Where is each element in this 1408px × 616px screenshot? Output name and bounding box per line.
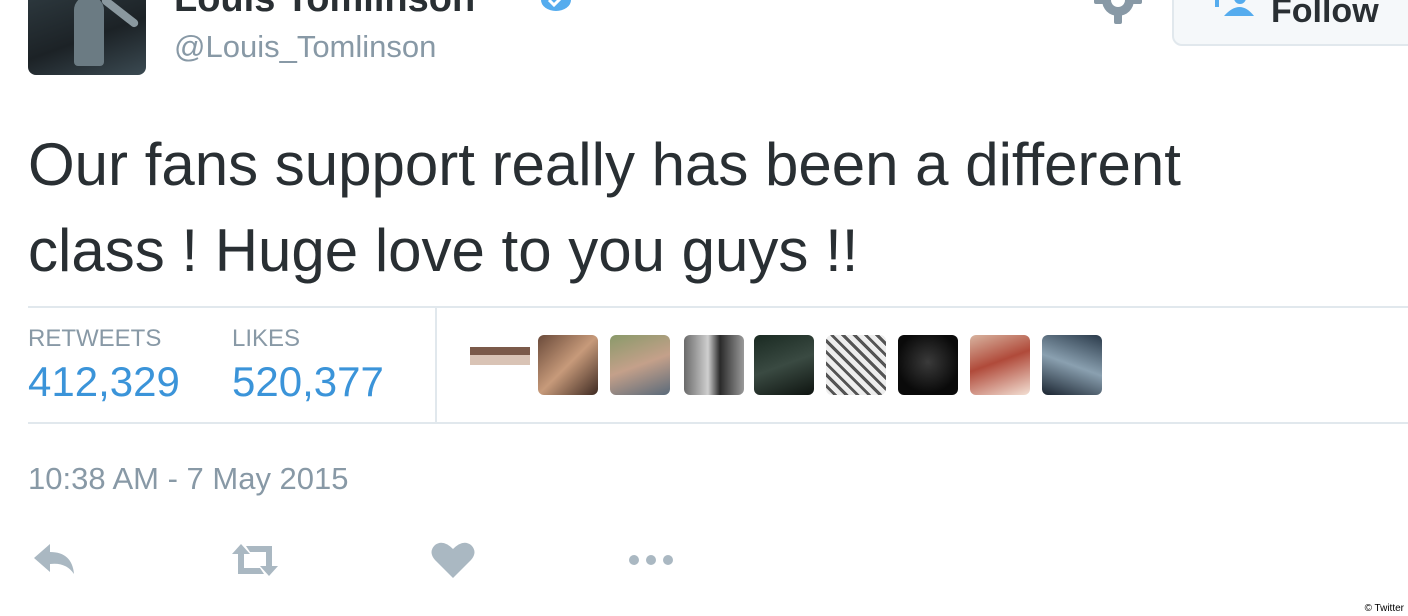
gear-icon[interactable]: [1094, 0, 1142, 26]
verified-badge-icon: [541, 0, 571, 11]
stats-bottom-divider: [28, 422, 1408, 424]
liker-avatar[interactable]: [470, 335, 530, 395]
stats-top-divider: [28, 306, 1408, 308]
avatar-arm: [100, 0, 140, 29]
tweet-timestamp[interactable]: 10:38 AM - 7 May 2015: [28, 461, 349, 497]
likes-label[interactable]: LIKES: [232, 325, 300, 353]
liker-avatar[interactable]: [754, 335, 814, 395]
reply-icon[interactable]: [30, 540, 80, 580]
retweet-icon[interactable]: [230, 540, 280, 580]
tweet-text-line: Our fans support really has been a diffe…: [28, 131, 1181, 198]
follow-button-label: Follow: [1271, 0, 1379, 30]
likes-count[interactable]: 520,377: [232, 358, 384, 406]
user-avatar[interactable]: [28, 0, 146, 75]
liker-avatar[interactable]: [1042, 335, 1102, 395]
user-display-name[interactable]: Louis Tomlinson: [174, 0, 475, 21]
tweet-text-line: class ! Huge love to you guys !!: [28, 217, 859, 284]
more-icon[interactable]: [626, 540, 676, 580]
add-user-icon: [1215, 0, 1254, 16]
liker-avatar[interactable]: [684, 335, 744, 395]
liker-avatar[interactable]: [610, 335, 670, 395]
follow-button[interactable]: Follow: [1172, 0, 1408, 46]
avatar-figure: [74, 0, 104, 66]
tweet-text: Our fans support really has been a diffe…: [28, 122, 1408, 294]
liker-avatar[interactable]: [826, 335, 886, 395]
image-credit: © Twitter: [1364, 603, 1404, 614]
retweets-label[interactable]: RETWEETS: [28, 325, 161, 353]
retweets-count[interactable]: 412,329: [28, 358, 180, 406]
liker-avatar[interactable]: [898, 335, 958, 395]
liker-avatar[interactable]: [538, 335, 598, 395]
stats-vertical-divider: [435, 307, 437, 423]
heart-icon[interactable]: [428, 540, 478, 580]
liker-avatar[interactable]: [970, 335, 1030, 395]
user-handle[interactable]: @Louis_Tomlinson: [174, 29, 436, 65]
